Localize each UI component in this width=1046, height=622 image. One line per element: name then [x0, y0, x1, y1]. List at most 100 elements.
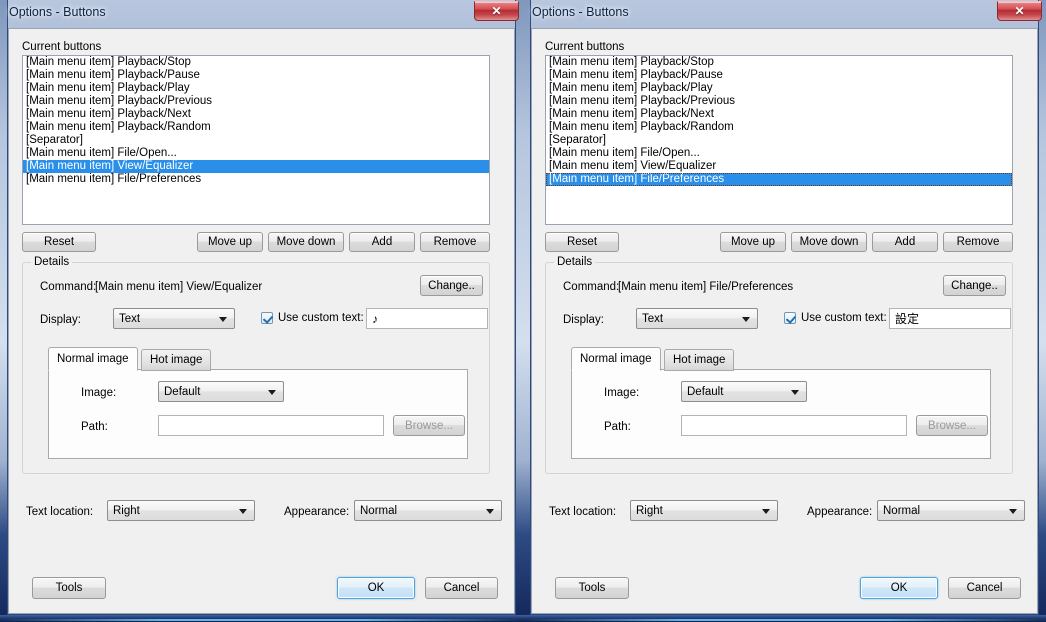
reset-button[interactable]: Reset: [545, 232, 619, 252]
move-up-button[interactable]: Move up: [720, 232, 786, 252]
tab-normal-image[interactable]: Normal image: [571, 347, 661, 371]
options-buttons-window-left: Options - Buttons ✕ Current buttons [Mai…: [0, 0, 523, 622]
chevron-down-icon: [762, 508, 770, 514]
options-buttons-window-right: Options - Buttons ✕ Current buttons [Mai…: [523, 0, 1046, 622]
list-item[interactable]: [Main menu item] Playback/Next: [546, 108, 1012, 121]
list-item[interactable]: [Main menu item] Playback/Play: [23, 82, 489, 95]
image-combobox[interactable]: Default: [158, 381, 284, 402]
list-item[interactable]: [Separator]: [546, 134, 1012, 147]
client-area: Current buttons [Main menu item] Playbac…: [8, 28, 515, 614]
list-item[interactable]: [Main menu item] File/Open...: [23, 147, 489, 160]
list-item[interactable]: [Main menu item] Playback/Stop: [546, 56, 1012, 69]
chevron-down-icon: [239, 508, 247, 514]
display-combobox-value: Text: [642, 312, 664, 325]
reset-button[interactable]: Reset: [22, 232, 96, 252]
checkmark-icon: [784, 312, 796, 324]
current-buttons-label: Current buttons: [545, 41, 625, 53]
current-buttons-listbox[interactable]: [Main menu item] Playback/Stop [Main men…: [545, 55, 1013, 225]
list-item[interactable]: [Main menu item] File/Preferences: [23, 173, 489, 186]
tab-normal-image[interactable]: Normal image: [48, 347, 138, 371]
use-custom-text-checkbox[interactable]: Use custom text:: [261, 312, 364, 324]
custom-text-input[interactable]: ♪: [366, 308, 488, 329]
current-buttons-listbox[interactable]: [Main menu item] Playback/Stop [Main men…: [22, 55, 490, 225]
list-item-selected[interactable]: [Main menu item] View/Equalizer: [23, 160, 489, 173]
image-combobox[interactable]: Default: [681, 381, 807, 402]
window-border-glow: [2, 619, 521, 621]
list-item[interactable]: [Separator]: [23, 134, 489, 147]
change-button[interactable]: Change..: [943, 275, 1006, 296]
tools-button[interactable]: Tools: [555, 577, 629, 599]
path-input[interactable]: [158, 415, 384, 436]
tools-button[interactable]: Tools: [32, 577, 106, 599]
window-title: Options - Buttons: [532, 5, 629, 19]
window-border-bottom: [523, 615, 1046, 622]
list-item[interactable]: [Main menu item] Playback/Previous: [23, 95, 489, 108]
list-item[interactable]: [Main menu item] Playback/Stop: [23, 56, 489, 69]
use-custom-text-label: Use custom text:: [801, 312, 887, 324]
close-icon[interactable]: ✕: [997, 1, 1042, 21]
list-item[interactable]: [Main menu item] View/Equalizer: [546, 160, 1012, 173]
chevron-down-icon: [742, 316, 750, 322]
desktop-background: Options - Buttons ✕ Current buttons [Mai…: [0, 0, 1046, 622]
chevron-down-icon: [486, 508, 494, 514]
close-glyph: ✕: [1014, 4, 1025, 18]
display-combobox[interactable]: Text: [636, 308, 758, 329]
window-title: Options - Buttons: [9, 5, 106, 19]
client-area: Current buttons [Main menu item] Playbac…: [531, 28, 1038, 614]
list-item[interactable]: [Main menu item] Playback/Pause: [23, 69, 489, 82]
move-up-button[interactable]: Move up: [197, 232, 263, 252]
cancel-button[interactable]: Cancel: [425, 577, 498, 599]
chevron-down-icon: [268, 389, 276, 395]
details-group-title: Details: [31, 256, 73, 268]
list-item[interactable]: [Main menu item] Playback/Next: [23, 108, 489, 121]
text-location-combobox[interactable]: Right: [107, 500, 255, 521]
appearance-label: Appearance:: [284, 506, 350, 518]
image-tabstrip: Normal image Hot image Image: Default Pa…: [48, 347, 468, 459]
image-label: Image:: [81, 387, 117, 399]
titlebar[interactable]: Options - Buttons ✕: [523, 0, 1046, 28]
tab-hot-image[interactable]: Hot image: [664, 349, 735, 371]
list-item[interactable]: [Main menu item] File/Open...: [546, 147, 1012, 160]
window-border-bottom: [0, 615, 523, 622]
appearance-combobox[interactable]: Normal: [877, 500, 1025, 521]
window-border-glow: [525, 619, 1044, 621]
display-combobox[interactable]: Text: [113, 308, 235, 329]
list-item[interactable]: [Main menu item] Playback/Pause: [546, 69, 1012, 82]
path-input[interactable]: [681, 415, 907, 436]
list-item[interactable]: [Main menu item] Playback/Random: [546, 121, 1012, 134]
command-label: Command:: [40, 281, 97, 293]
move-down-button[interactable]: Move down: [268, 232, 344, 252]
add-button[interactable]: Add: [349, 232, 415, 252]
use-custom-text-label: Use custom text:: [278, 312, 364, 324]
move-down-button[interactable]: Move down: [791, 232, 867, 252]
text-location-combobox[interactable]: Right: [630, 500, 778, 521]
use-custom-text-checkbox[interactable]: Use custom text:: [784, 312, 887, 324]
display-label: Display:: [40, 314, 81, 326]
command-label: Command:: [563, 281, 620, 293]
ok-button[interactable]: OK: [337, 577, 415, 599]
browse-button[interactable]: Browse...: [393, 415, 465, 436]
appearance-value: Normal: [360, 504, 398, 517]
custom-text-value: 設定: [895, 312, 920, 326]
window-border-right: [516, 0, 523, 622]
close-icon[interactable]: ✕: [474, 1, 519, 21]
image-tabstrip: Normal image Hot image Image: Default Pa…: [571, 347, 991, 459]
remove-button[interactable]: Remove: [943, 232, 1013, 252]
appearance-combobox[interactable]: Normal: [354, 500, 502, 521]
chevron-down-icon: [791, 389, 799, 395]
tab-hot-image[interactable]: Hot image: [141, 349, 212, 371]
command-value: [Main menu item] View/Equalizer: [95, 281, 263, 293]
custom-text-input[interactable]: 設定: [889, 308, 1011, 329]
list-item[interactable]: [Main menu item] Playback/Play: [546, 82, 1012, 95]
titlebar[interactable]: Options - Buttons ✕: [0, 0, 523, 28]
change-button[interactable]: Change..: [420, 275, 483, 296]
browse-button[interactable]: Browse...: [916, 415, 988, 436]
add-button[interactable]: Add: [872, 232, 938, 252]
details-group-title: Details: [554, 256, 596, 268]
ok-button[interactable]: OK: [860, 577, 938, 599]
cancel-button[interactable]: Cancel: [948, 577, 1021, 599]
list-item-selected[interactable]: [Main menu item] File/Preferences: [546, 173, 1012, 186]
list-item[interactable]: [Main menu item] Playback/Previous: [546, 95, 1012, 108]
remove-button[interactable]: Remove: [420, 232, 490, 252]
list-item[interactable]: [Main menu item] Playback/Random: [23, 121, 489, 134]
